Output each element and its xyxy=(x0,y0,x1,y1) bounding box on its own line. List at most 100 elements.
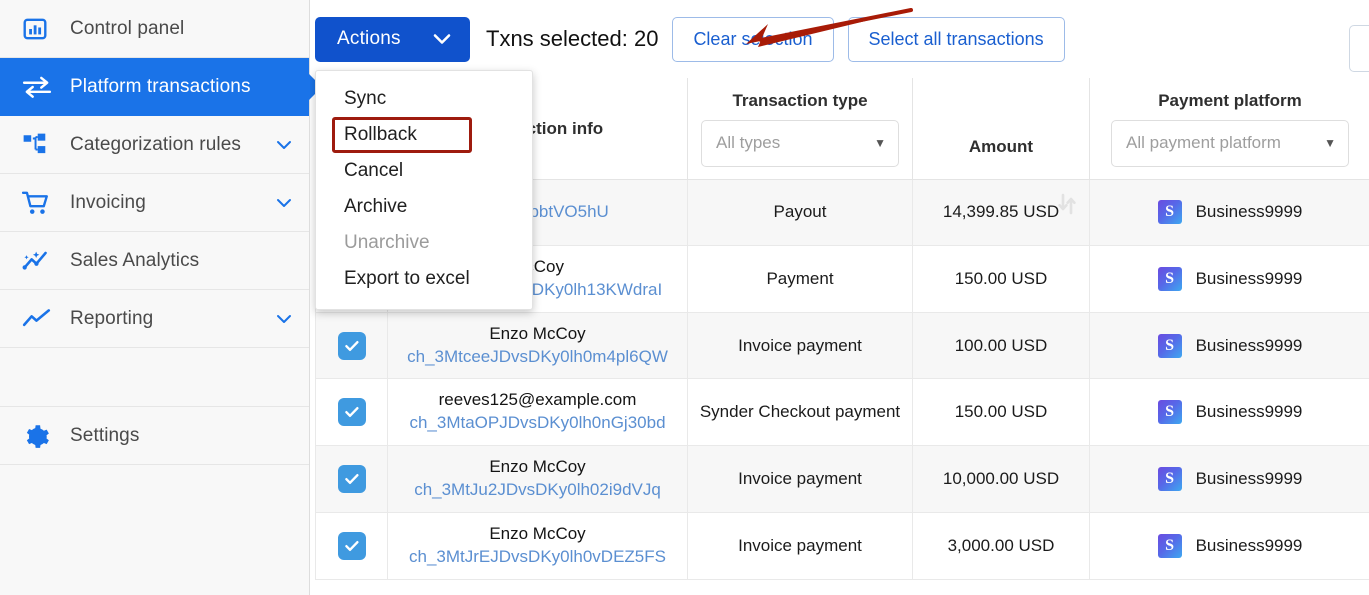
sidebar-item-control-panel[interactable]: Control panel xyxy=(0,0,309,58)
chevron-down-icon: ▼ xyxy=(1324,136,1336,151)
amount-cell: 150.00 USD xyxy=(912,378,1090,447)
customer-name: Enzo McCoy xyxy=(489,457,586,477)
platform-name: Business9999 xyxy=(1195,335,1303,355)
sidebar-item-label: Control panel xyxy=(70,17,185,39)
platform-cell-inner: S Business9999 xyxy=(1098,333,1362,358)
payment-platform-cell: S Business9999 xyxy=(1089,445,1369,514)
chevron-down-icon[interactable] xyxy=(273,134,295,156)
transaction-id-link[interactable]: ch_3MtceeJDvsDKy0lh0m4pl6QW xyxy=(396,346,679,369)
transaction-id-link[interactable]: ch_3MtJrEJDvsDKy0lh0vDEZ5FS xyxy=(396,546,679,569)
amount-cell: 3,000.00 USD xyxy=(912,512,1090,581)
table-row[interactable]: reeves125@example.com ch_3MtaOPJDvsDKy0lh… xyxy=(315,378,1369,447)
menu-item-rollback[interactable]: Rollback xyxy=(316,117,532,153)
platform-cell-inner: S Business9999 xyxy=(1098,400,1362,425)
stripe-s-icon: S xyxy=(1157,266,1182,291)
customer-name: reeves125@example.com xyxy=(438,390,637,410)
chevron-down-icon xyxy=(430,29,454,49)
selection-toolbar: Actions Txns selected: 20 Clear selectio… xyxy=(310,0,1369,78)
actions-button-label: Actions xyxy=(337,28,401,49)
sparkle-chart-icon xyxy=(22,247,56,275)
row-select-cell xyxy=(315,378,388,447)
sidebar-item-label: Invoicing xyxy=(70,191,146,213)
transaction-info-cell: Enzo McCoy ch_3MtceeJDvsDKy0lh0m4pl6QW xyxy=(387,311,688,380)
sidebar-item-platform-transactions[interactable]: Platform transactions xyxy=(0,58,309,116)
row-checkbox[interactable] xyxy=(337,532,366,561)
actions-button[interactable]: Actions xyxy=(315,16,470,62)
col-header-label: Transaction type xyxy=(732,91,868,110)
payment-platform-cell: S Business9999 xyxy=(1089,311,1369,380)
transaction-type-cell: Payment xyxy=(687,244,913,313)
payment-platform-cell: S Business9999 xyxy=(1089,178,1369,246)
chevron-down-icon[interactable] xyxy=(273,192,295,214)
table-row[interactable]: Enzo McCoy ch_3MtJrEJDvsDKy0lh0vDEZ5FS Inv… xyxy=(315,512,1369,581)
stripe-s-icon: S xyxy=(1157,200,1182,225)
menu-item-sync[interactable]: Sync xyxy=(316,81,532,117)
transaction-type-cell: Payout xyxy=(687,178,913,246)
transaction-info-cell: reeves125@example.com ch_3MtaOPJDvsDKy0lh… xyxy=(387,378,688,447)
table-row[interactable]: Enzo McCoy ch_3MtceeJDvsDKy0lh0m4pl6QW Inv… xyxy=(315,311,1369,380)
selected-count-label: Txns selected: 20 xyxy=(486,26,659,51)
transaction-info-cell: Enzo McCoy ch_3MtJu2JDvsDKy0lh02i9dVJq xyxy=(387,445,688,514)
line-chart-icon xyxy=(22,305,56,333)
sidebar-spacer xyxy=(0,348,309,407)
amount-cell: 100.00 USD xyxy=(912,311,1090,380)
customer-name: Enzo McCoy xyxy=(489,323,586,343)
shopping-cart-icon xyxy=(22,189,56,217)
platform-cell-inner: S Business9999 xyxy=(1098,534,1362,559)
platform-name: Business9999 xyxy=(1195,202,1303,222)
sidebar: Control panel Platform transactions Cate… xyxy=(0,0,310,595)
actions-dropdown-menu[interactable]: Sync Rollback Cancel Archive Unarchive Export… xyxy=(315,70,533,310)
platform-cell-inner: S Business9999 xyxy=(1098,200,1362,225)
amount-cell: 150.00 USD xyxy=(912,244,1090,313)
platform-name: Business9999 xyxy=(1195,469,1303,489)
row-checkbox[interactable] xyxy=(337,331,366,360)
col-header-amount: Amount xyxy=(912,78,1090,214)
transaction-type-cell: Invoice payment xyxy=(687,512,913,581)
col-header-transaction-type: Transaction type All types ▼ xyxy=(687,78,913,180)
row-checkbox[interactable] xyxy=(337,398,366,427)
sidebar-item-label: Categorization rules xyxy=(70,133,241,155)
row-checkbox[interactable] xyxy=(337,465,366,494)
transaction-info-cell: Enzo McCoy ch_3MtJrEJDvsDKy0lh0vDEZ5FS xyxy=(387,512,688,581)
col-header-label: Amount xyxy=(968,137,1034,156)
sidebar-item-reporting[interactable]: Reporting xyxy=(0,290,309,348)
payment-platform-filter-value: All payment platform xyxy=(1126,133,1281,153)
payment-platform-cell: S Business9999 xyxy=(1089,512,1369,581)
sidebar-item-label: Sales Analytics xyxy=(70,249,200,271)
stripe-s-icon: S xyxy=(1157,400,1182,425)
menu-item-archive[interactable]: Archive xyxy=(316,189,532,225)
select-all-transactions-button[interactable]: Select all transactions xyxy=(847,16,1065,62)
partial-right-button[interactable] xyxy=(1349,25,1369,72)
app-root: Control panel Platform transactions Cate… xyxy=(0,0,1369,595)
transaction-type-filter[interactable]: All types ▼ xyxy=(701,119,899,167)
stripe-s-icon: S xyxy=(1157,534,1182,559)
gear-icon xyxy=(22,422,56,450)
transaction-id-link[interactable]: ch_3MtJu2JDvsDKy0lh02i9dVJq xyxy=(396,479,679,502)
payment-platform-filter[interactable]: All payment platform ▼ xyxy=(1111,119,1349,167)
platform-name: Business9999 xyxy=(1195,402,1303,422)
transaction-id-link[interactable]: ch_3MtaOPJDvsDKy0lh0nGj30bd xyxy=(396,412,679,435)
row-select-cell xyxy=(315,311,388,380)
sidebar-item-invoicing[interactable]: Invoicing xyxy=(0,174,309,232)
chevron-down-icon: ▼ xyxy=(874,136,886,151)
sidebar-item-settings[interactable]: Settings xyxy=(0,407,309,465)
col-header-payment-platform: Payment platform All payment platform ▼ xyxy=(1089,78,1369,180)
payment-platform-cell: S Business9999 xyxy=(1089,378,1369,447)
clear-selection-button[interactable]: Clear selection xyxy=(672,16,834,62)
stripe-s-icon: S xyxy=(1157,333,1182,358)
payment-platform-cell: S Business9999 xyxy=(1089,244,1369,313)
row-select-cell xyxy=(315,445,388,514)
sidebar-item-sales-analytics[interactable]: Sales Analytics xyxy=(0,232,309,290)
main-content: Actions Txns selected: 20 Clear selectio… xyxy=(310,0,1369,595)
table-row[interactable]: Enzo McCoy ch_3MtJu2JDvsDKy0lh02i9dVJq Inv… xyxy=(315,445,1369,514)
transaction-type-cell: Invoice payment xyxy=(687,445,913,514)
platform-name: Business9999 xyxy=(1195,536,1303,556)
hierarchy-icon xyxy=(22,131,56,159)
sidebar-item-categorization-rules[interactable]: Categorization rules xyxy=(0,116,309,174)
menu-item-export-to-excel[interactable]: Export to excel xyxy=(316,261,532,297)
menu-item-cancel[interactable]: Cancel xyxy=(316,153,532,189)
chevron-down-icon[interactable] xyxy=(273,308,295,330)
platform-cell-inner: S Business9999 xyxy=(1098,266,1362,291)
transfer-arrows-icon xyxy=(22,73,56,101)
sort-icon[interactable] xyxy=(1057,193,1077,220)
